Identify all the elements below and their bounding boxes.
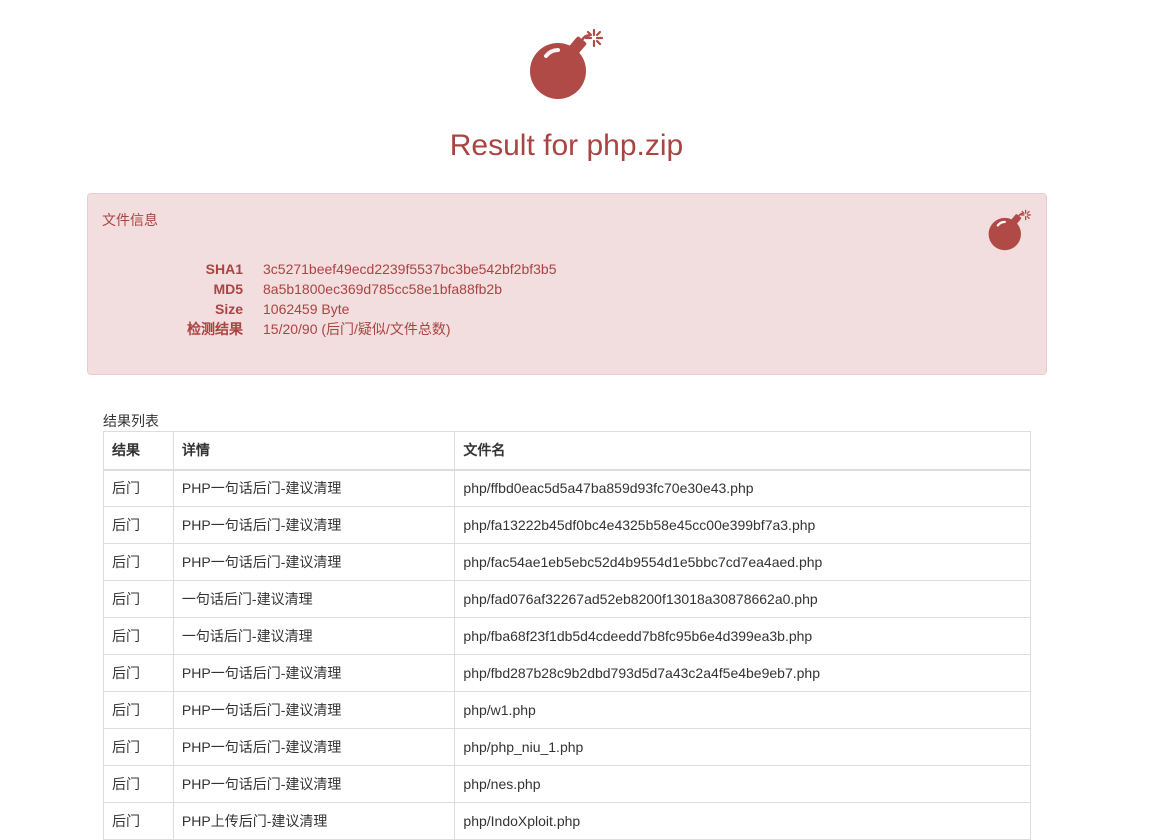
cell-result: 后门 (103, 691, 174, 729)
cell-detail: PHP一句话后门-建议清理 (172, 543, 456, 581)
results-caption: 结果列表 (103, 413, 159, 429)
page-title: Result for php.zip (449, 129, 684, 162)
cell-detail: PHP一句话后门-建议清理 (172, 469, 456, 507)
info-key: Size (214, 301, 243, 317)
cell-filename: php/w1.php (454, 691, 1031, 729)
file-info-table: SHA1 3c5271beef49ecd2239f5537bc3be542bf2… (88, 259, 557, 339)
cell-detail: PHP一句话后门-建议清理 (172, 506, 456, 544)
table-row: 后门 PHP一句话后门-建议清理 php/php_niu_1.php (103, 728, 1031, 766)
cell-result: 后门 (103, 617, 174, 655)
cell-detail: PHP上传后门-建议清理 (172, 802, 456, 840)
info-value: 3c5271beef49ecd2239f5537bc3be542bf2bf3b5 (263, 261, 557, 277)
column-header-detail: 详情 (172, 431, 456, 471)
info-row-detection: 检测结果 15/20/90 (后门/疑似/文件总数) (88, 319, 557, 339)
cell-filename: php/ffbd0eac5d5a47ba859d93fc70e30e43.php (454, 469, 1031, 507)
info-value: 15/20/90 (后门/疑似/文件总数) (263, 321, 451, 337)
results-table: 结果 详情 文件名 后门 PHP一句话后门-建议清理 php/ffbd0eac5… (103, 431, 1031, 840)
info-value: 1062459 Byte (263, 301, 350, 317)
table-row: 后门 PHP一句话后门-建议清理 php/nes.php (103, 765, 1031, 803)
cell-filename: php/fbd287b28c9b2dbd793d5d7a43c2a4f5e4be… (454, 654, 1031, 692)
info-key: MD5 (213, 281, 243, 297)
table-row: 后门 PHP一句话后门-建议清理 php/fbd287b28c9b2dbd793… (103, 654, 1031, 692)
cell-filename: php/php_niu_1.php (454, 728, 1031, 766)
cell-detail: 一句话后门-建议清理 (172, 580, 456, 618)
cell-result: 后门 (103, 543, 174, 581)
column-header-result: 结果 (103, 431, 174, 471)
cell-filename: php/fba68f23f1db5d4cdeedd7b8fc95b6e4d399… (454, 617, 1031, 655)
cell-result: 后门 (103, 802, 174, 840)
info-key: SHA1 (205, 261, 243, 277)
info-row-md5: MD5 8a5b1800ec369d785cc58e1bfa88fb2b (88, 279, 557, 299)
table-row: 后门 PHP上传后门-建议清理 php/IndoXploit.php (103, 802, 1031, 840)
cell-result: 后门 (103, 580, 174, 618)
info-row-size: Size 1062459 Byte (88, 299, 557, 319)
table-row: 后门 一句话后门-建议清理 php/fad076af32267ad52eb820… (103, 580, 1031, 618)
table-row: 后门 PHP一句话后门-建议清理 php/w1.php (103, 691, 1031, 729)
table-row: 后门 PHP一句话后门-建议清理 php/fa13222b45df0bc4e43… (103, 506, 1031, 544)
info-row-sha1: SHA1 3c5271beef49ecd2239f5537bc3be542bf2… (88, 259, 557, 279)
bomb-icon (986, 208, 1034, 252)
table-row: 后门 一句话后门-建议清理 php/fba68f23f1db5d4cdeedd7… (103, 617, 1031, 655)
file-info-panel: 文件信息 SHA1 3c5271beef49ecd2239f5537bc3be5… (87, 193, 1047, 375)
file-info-heading: 文件信息 (102, 212, 158, 228)
cell-filename: php/fa13222b45df0bc4e4325b58e45cc00e399b… (454, 506, 1031, 544)
cell-filename: php/fad076af32267ad52eb8200f13018a308786… (454, 580, 1031, 618)
cell-result: 后门 (103, 765, 174, 803)
cell-detail: PHP一句话后门-建议清理 (172, 765, 456, 803)
cell-detail: 一句话后门-建议清理 (172, 617, 456, 655)
cell-result: 后门 (103, 506, 174, 544)
cell-detail: PHP一句话后门-建议清理 (172, 728, 456, 766)
table-row: 后门 PHP一句话后门-建议清理 php/fac54ae1eb5ebc52d4b… (103, 543, 1031, 581)
cell-result: 后门 (103, 728, 174, 766)
cell-filename: php/nes.php (454, 765, 1031, 803)
cell-detail: PHP一句话后门-建议清理 (172, 691, 456, 729)
page: Result for php.zip 文件信息 SHA1 3c5271beef4… (0, 0, 1160, 840)
info-key: 检测结果 (187, 321, 243, 337)
cell-filename: php/fac54ae1eb5ebc52d4b9554d1e5bbc7cd7ea… (454, 543, 1031, 581)
cell-result: 后门 (103, 469, 174, 507)
cell-result: 后门 (103, 654, 174, 692)
table-row: 后门 PHP一句话后门-建议清理 php/ffbd0eac5d5a47ba859… (103, 469, 1031, 507)
table-header-row: 结果 详情 文件名 (103, 431, 1031, 471)
cell-filename: php/IndoXploit.php (454, 802, 1031, 840)
column-header-filename: 文件名 (454, 431, 1031, 471)
info-value: 8a5b1800ec369d785cc58e1bfa88fb2b (263, 281, 503, 297)
bomb-icon (528, 26, 606, 102)
cell-detail: PHP一句话后门-建议清理 (172, 654, 456, 692)
